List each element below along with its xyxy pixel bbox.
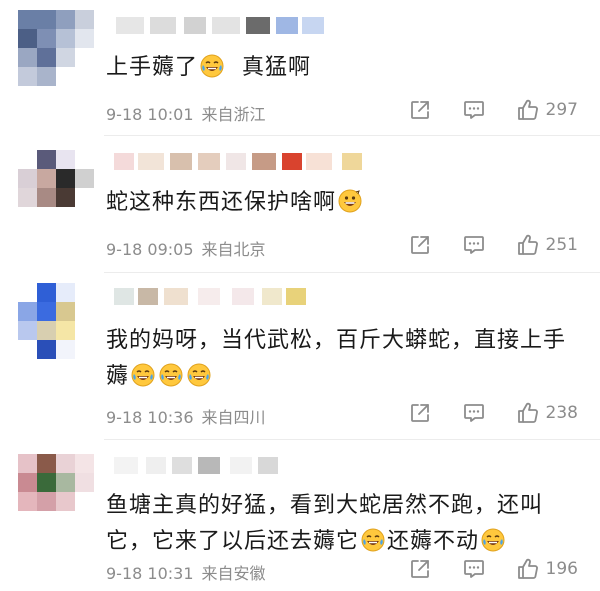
share-button[interactable]: [408, 98, 432, 122]
comment-item: 我的妈呀，当代武松，百斤大蟒蛇，直接上手 薅 9-18 10:36 来自四川 23…: [0, 273, 600, 440]
share-icon: [408, 557, 432, 581]
reply-button[interactable]: [462, 557, 486, 581]
share-button[interactable]: [408, 233, 432, 257]
comment-meta: 9-18 09:05 来自北京: [106, 236, 274, 260]
comment-icon: [462, 401, 486, 425]
comment-actions: 251: [378, 233, 578, 257]
grinning-emoji: [338, 189, 362, 213]
share-icon: [408, 98, 432, 122]
comment-date: 9-18 10:36: [106, 408, 194, 427]
avatar[interactable]: [18, 454, 94, 530]
tears-of-joy-emoji: [481, 528, 505, 552]
comment-date: 9-18 10:31: [106, 564, 194, 583]
thumbs-up-icon: [516, 233, 540, 257]
comment-location: 来自四川: [201, 408, 266, 427]
like-button[interactable]: 196: [516, 557, 578, 581]
share-icon: [408, 233, 432, 257]
avatar[interactable]: [18, 283, 94, 359]
like-button[interactable]: 238: [516, 401, 578, 425]
like-button[interactable]: 251: [516, 233, 578, 257]
reply-button[interactable]: [462, 233, 486, 257]
tears-of-joy-emoji: [187, 363, 211, 387]
comment-actions: 196: [378, 557, 578, 581]
comment-text: 蛇这种东西还保护啥啊: [106, 185, 580, 221]
tears-of-joy-emoji: [361, 528, 385, 552]
comment-item: 蛇这种东西还保护啥啊 9-18 09:05 来自北京 251: [0, 136, 600, 273]
avatar[interactable]: [18, 150, 94, 226]
comment-icon: [462, 557, 486, 581]
share-icon: [408, 401, 432, 425]
comment-text: 我的妈呀，当代武松，百斤大蟒蛇，直接上手 薅: [106, 328, 567, 389]
comment-icon: [462, 98, 486, 122]
username-blurred[interactable]: [106, 14, 366, 36]
like-count: 251: [545, 235, 578, 255]
like-button[interactable]: 297: [516, 98, 578, 122]
like-count: 196: [545, 559, 578, 579]
reply-button[interactable]: [462, 401, 486, 425]
comment-meta: 9-18 10:01 来自浙江: [106, 101, 274, 125]
username-blurred[interactable]: [106, 150, 366, 172]
comment-location: 来自北京: [201, 240, 266, 259]
tears-of-joy-emoji: [131, 363, 155, 387]
like-count: 297: [545, 100, 578, 120]
comment-meta: 9-18 10:31 来自安徽: [106, 560, 274, 584]
reply-button[interactable]: [462, 98, 486, 122]
thumbs-up-icon: [516, 557, 540, 581]
comment-actions: 297: [378, 98, 578, 122]
tears-of-joy-emoji: [159, 363, 183, 387]
comment-date: 9-18 09:05: [106, 240, 194, 259]
comment-date: 9-18 10:01: [106, 105, 194, 124]
comment-icon: [462, 233, 486, 257]
comment-location: 来自浙江: [201, 105, 266, 124]
avatar[interactable]: [18, 10, 94, 86]
comment-item: 上手薅了 真猛啊 9-18 10:01 来自浙江 297: [0, 0, 600, 136]
comment-meta: 9-18 10:36 来自四川: [106, 404, 274, 428]
comment-item: 鱼塘主真的好猛，看到大蛇居然不跑，还叫 它，它来了以后还去薅它 还薅不动 9-18…: [0, 440, 600, 591]
share-button[interactable]: [408, 401, 432, 425]
comment-text: 鱼塘主真的好猛，看到大蛇居然不跑，还叫 它，它来了以后还去薅它 还薅不动: [106, 493, 544, 554]
like-count: 238: [545, 403, 578, 423]
tears-of-joy-emoji: [200, 54, 224, 78]
thumbs-up-icon: [516, 98, 540, 122]
username-blurred[interactable]: [106, 285, 366, 307]
username-blurred[interactable]: [106, 454, 366, 476]
share-button[interactable]: [408, 557, 432, 581]
thumbs-up-icon: [516, 401, 540, 425]
comment-actions: 238: [378, 401, 578, 425]
comment-location: 来自安徽: [201, 564, 266, 583]
comment-text: 上手薅了 真猛啊: [106, 54, 312, 80]
